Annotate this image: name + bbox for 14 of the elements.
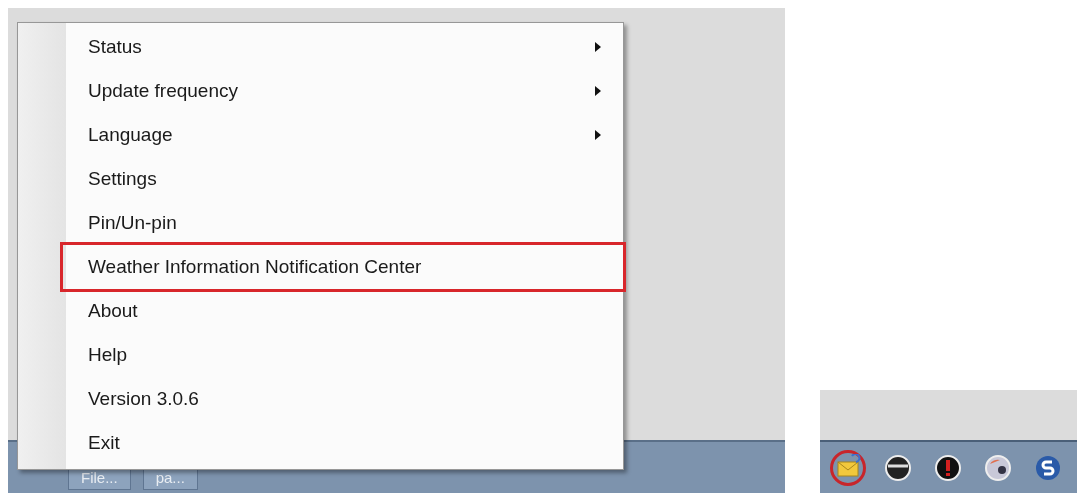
disc-icon[interactable] <box>884 453 912 482</box>
menu-item[interactable]: Exit <box>66 421 623 465</box>
menu-item[interactable]: About <box>66 289 623 333</box>
menu-item[interactable]: Pin/Un-pin <box>66 201 623 245</box>
menu-item[interactable]: Settings <box>66 157 623 201</box>
menu-item[interactable]: Language <box>66 113 623 157</box>
menu-item[interactable]: Help <box>66 333 623 377</box>
sync-icon[interactable] <box>1034 453 1062 482</box>
menu-item[interactable]: Version 3.0.6 <box>66 377 623 421</box>
menu-item[interactable]: Weather Information Notification Center <box>63 245 623 289</box>
menu-item[interactable]: Status <box>66 25 623 69</box>
globe-icon[interactable] <box>984 453 1012 482</box>
exclamation-icon[interactable] <box>934 453 962 482</box>
menu-item[interactable]: Update frequency <box>66 69 623 113</box>
